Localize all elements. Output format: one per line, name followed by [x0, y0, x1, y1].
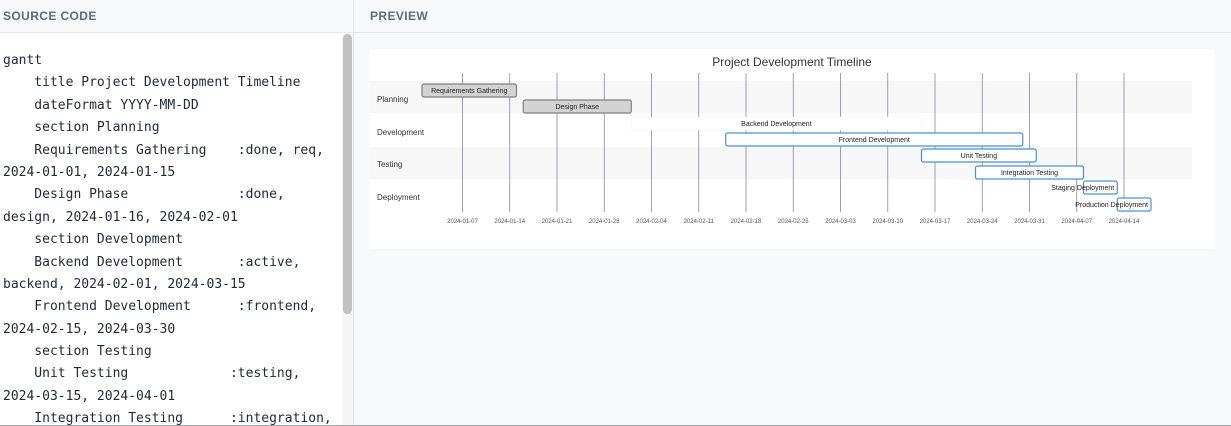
task-label: Integration Testing [1001, 170, 1058, 177]
tick-label: 2024-01-07 [447, 219, 478, 225]
code-editor[interactable]: gantt title Project Development Timeline… [0, 34, 342, 426]
code-line: backend, 2024-02-01, 2024-03-15 [3, 276, 246, 292]
tick-label: 2024-03-10 [872, 219, 903, 225]
code-line: 2024-01-01, 2024-01-15 [3, 164, 176, 180]
tick-label: 2024-04-07 [1061, 219, 1092, 225]
app-window: SOURCE CODE gantt title Project Developm… [0, 0, 1231, 426]
code-line: 2024-03-15, 2024-04-01 [3, 388, 176, 404]
tick-label: 2024-01-14 [494, 219, 525, 225]
task-label: Staging Deployment [1051, 185, 1114, 192]
task-label: Design Phase [555, 104, 599, 111]
preview-panel: PREVIEW Project Development Timeline Plan… [354, 0, 1231, 426]
code-line: Backend Development :active, [3, 254, 301, 270]
task-label: Production Deployment [1075, 202, 1148, 209]
tick-label: 2024-02-25 [778, 219, 809, 225]
section-label: Deployment [377, 193, 420, 202]
tick-label: 2024-02-04 [636, 219, 667, 225]
tick-label: 2024-03-31 [1014, 219, 1045, 225]
task-label: Frontend Development [839, 137, 910, 144]
code-line: Integration Testing :integration, [3, 411, 332, 426]
code-line: Design Phase :done, [3, 187, 285, 203]
tick-label: 2024-03-03 [825, 219, 856, 225]
code-line: dateFormat YYYY-MM-DD [3, 97, 199, 113]
tick-label: 2024-04-14 [1109, 219, 1140, 225]
tick-label: 2024-01-21 [542, 219, 573, 225]
code-line: Requirements Gathering :done, req, [3, 142, 324, 158]
tick-label: 2024-02-11 [684, 219, 715, 225]
code-line: title Project Development Timeline [3, 75, 301, 91]
gantt-chart: Project Development Timeline Planning Deve… [370, 55, 1192, 225]
source-code-header: SOURCE CODE [0, 0, 353, 33]
tick-label: 2024-02-18 [731, 219, 762, 225]
gantt-preview: Project Development Timeline Planning Deve… [370, 49, 1214, 249]
code-line: section Development [3, 232, 184, 248]
tick-label: 2024-03-17 [920, 219, 951, 225]
chart-title: Project Development Timeline [712, 55, 872, 69]
code-line: section Planning [3, 120, 160, 136]
task-label: Requirements Gathering [431, 88, 507, 95]
task-label: Backend Development [741, 121, 811, 128]
scrollbar-thumb[interactable] [343, 34, 352, 314]
code-line: 2024-02-15, 2024-03-30 [3, 321, 176, 337]
code-line: section Testing [3, 344, 152, 360]
code-line: Frontend Development :frontend, [3, 299, 317, 315]
source-code-panel: SOURCE CODE gantt title Project Developm… [0, 0, 354, 426]
task-label: Unit Testing [961, 153, 998, 160]
code-line: design, 2024-01-16, 2024-02-01 [3, 209, 238, 225]
code-line: Unit Testing :testing, [3, 366, 301, 382]
preview-header: PREVIEW [354, 0, 1231, 33]
section-label: Testing [377, 160, 402, 169]
code-line: gantt [3, 53, 43, 68]
section-label: Planning [377, 95, 408, 104]
tick-label: 2024-03-24 [967, 219, 998, 225]
code-scrollbar[interactable] [342, 34, 353, 426]
tick-label: 2024-01-28 [589, 219, 620, 225]
section-label: Development [377, 128, 425, 137]
